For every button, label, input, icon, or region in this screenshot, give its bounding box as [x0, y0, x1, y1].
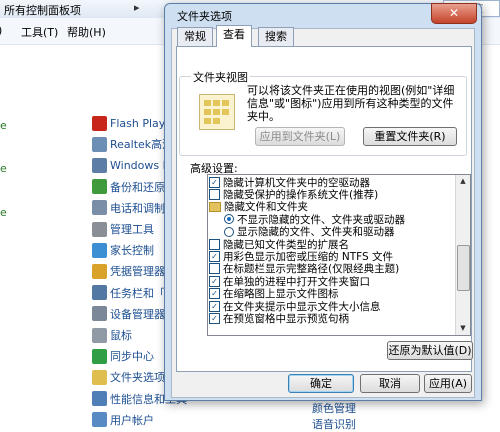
user-accounts-icon — [92, 412, 107, 428]
control-panel-item-label: Windows D — [110, 158, 172, 172]
advanced-settings-scrollbar[interactable]: ▲ ▼ — [455, 175, 470, 335]
control-panel-item[interactable]: 家长控制 — [92, 241, 154, 259]
control-panel-item[interactable]: 凭据管理器 — [92, 262, 165, 280]
credential-manager-icon — [92, 263, 107, 279]
restore-defaults-button[interactable]: 还原为默认值(D) — [387, 341, 473, 360]
setting-checkbox[interactable]: ✓ — [209, 312, 220, 324]
menu-view[interactable]: ) — [0, 24, 2, 37]
setting-checkbox[interactable] — [209, 238, 220, 250]
sync-center-icon — [92, 348, 107, 364]
device-manager-icon — [92, 306, 107, 322]
control-panel-item[interactable]: 管理工具 — [92, 220, 154, 238]
tab-search[interactable]: 搜索 — [258, 27, 294, 46]
control-panel-item-label: 家长控制 — [110, 244, 154, 258]
control-panel-item-label: 文件夹选项 — [110, 371, 165, 385]
breadcrumb[interactable]: 所有控制面板项 — [4, 2, 81, 18]
color-management-link[interactable]: 颜色管理 — [312, 400, 356, 416]
parental-control-icon — [92, 242, 107, 258]
left-partial-column: e e e — [0, 44, 12, 429]
setting-checkbox[interactable]: ✓ — [209, 176, 220, 188]
control-panel-item-label: 用户帐户 — [110, 413, 154, 427]
setting-checkbox[interactable] — [209, 263, 220, 275]
performance-icon — [92, 391, 107, 407]
control-panel-item[interactable]: Flash Playe — [92, 114, 172, 132]
setting-radio[interactable] — [224, 214, 234, 225]
setting-checkbox[interactable]: ✓ — [209, 300, 220, 312]
breadcrumb-separator-icon[interactable]: ▸ — [134, 1, 140, 14]
phone-modem-icon — [92, 200, 107, 216]
control-panel-item-label: 设备管理器 — [110, 307, 165, 321]
folder-views-label: 文件夹视图 — [191, 69, 250, 85]
control-panel-item[interactable]: 电话和调制 — [92, 199, 165, 217]
windows-defender-icon — [92, 157, 107, 173]
taskbar-icon — [92, 285, 107, 301]
cancel-button[interactable]: 取消 — [360, 374, 420, 393]
control-panel-item[interactable]: 文件夹选项 — [92, 368, 165, 386]
control-panel-item[interactable]: 用户帐户 — [92, 411, 154, 429]
close-icon[interactable]: ✕ — [431, 3, 477, 24]
control-panel-item-label: Flash Playe — [110, 116, 173, 130]
backup-icon — [92, 179, 107, 195]
reset-folders-button[interactable]: 重置文件夹(R) — [363, 127, 457, 146]
control-panel-item-label: 鼠标 — [110, 329, 132, 342]
folder-views-description: 可以将该文件夹正在使用的视图(例如"详细信息"或"图标")应用到所有这种类型的文… — [247, 84, 455, 123]
folder-icon — [209, 201, 221, 212]
apply-button[interactable]: 应用(A) — [424, 374, 472, 393]
ok-button[interactable]: 确定 — [288, 374, 354, 393]
admin-tools-icon — [92, 221, 107, 237]
scroll-up-icon[interactable]: ▲ — [456, 175, 470, 188]
tab-view[interactable]: 查看 — [216, 25, 252, 47]
control-panel-item-label: 备份和还原 — [110, 180, 165, 194]
control-panel-item-label: 电话和调制 — [110, 201, 165, 215]
advanced-setting-row[interactable]: ✓ 在预览窗格中显示预览句柄 — [209, 312, 349, 325]
left-partial-item[interactable]: e — [0, 206, 7, 219]
setting-checkbox[interactable]: ✓ — [209, 288, 220, 300]
speaker-icon — [92, 136, 107, 152]
advanced-settings-list[interactable]: ✓ 隐藏计算机文件夹中的空驱动器 隐藏受保护的操作系统文件(推荐) 隐藏文件和文件夹不… — [207, 174, 471, 336]
left-partial-item[interactable]: e — [0, 119, 7, 132]
setting-checkbox[interactable]: ✓ — [209, 275, 220, 287]
mouse-icon — [92, 327, 107, 343]
control-panel-item-label: 管理工具 — [110, 223, 154, 236]
setting-checkbox[interactable]: ✓ — [209, 250, 220, 262]
folder-options-icon — [92, 369, 107, 385]
control-panel-item[interactable]: Windows D — [92, 156, 171, 174]
setting-checkbox[interactable] — [209, 188, 220, 200]
menu-help[interactable]: 帮助(H) — [67, 24, 106, 40]
menu-tools[interactable]: 工具(T) — [21, 24, 58, 40]
tab-general[interactable]: 常规 — [177, 27, 213, 46]
speech-recognition-link[interactable]: 语音识别 — [312, 416, 356, 432]
control-panel-item-label: 同步中心 — [110, 350, 154, 364]
control-panel-item-label: 凭据管理器 — [110, 265, 165, 279]
control-panel-item[interactable]: 同步中心 — [92, 347, 154, 365]
setting-radio[interactable] — [224, 226, 234, 237]
control-panel-item[interactable]: 鼠标 — [92, 326, 132, 344]
advanced-setting-label: 在预览窗格中显示预览句柄 — [223, 312, 349, 325]
folder-view-icon — [199, 94, 235, 130]
dialog-title: 文件夹选项 — [177, 10, 232, 23]
control-panel-item[interactable]: 备份和还原 — [92, 178, 165, 196]
flash-icon — [92, 115, 107, 131]
scroll-down-icon[interactable]: ▼ — [456, 322, 470, 335]
scroll-thumb[interactable] — [457, 245, 470, 291]
folder-options-dialog: 文件夹选项 ✕ 常规 查看 搜索 文件夹视图 可以将该文件夹正在使用的视图(例如… — [164, 3, 482, 401]
control-panel-item[interactable]: 设备管理器 — [92, 305, 165, 323]
apply-to-folders-button[interactable]: 应用到文件夹(L) — [255, 127, 345, 146]
control-panel-item[interactable]: Realtek高清 — [92, 135, 173, 153]
left-partial-item[interactable]: e — [0, 162, 7, 175]
